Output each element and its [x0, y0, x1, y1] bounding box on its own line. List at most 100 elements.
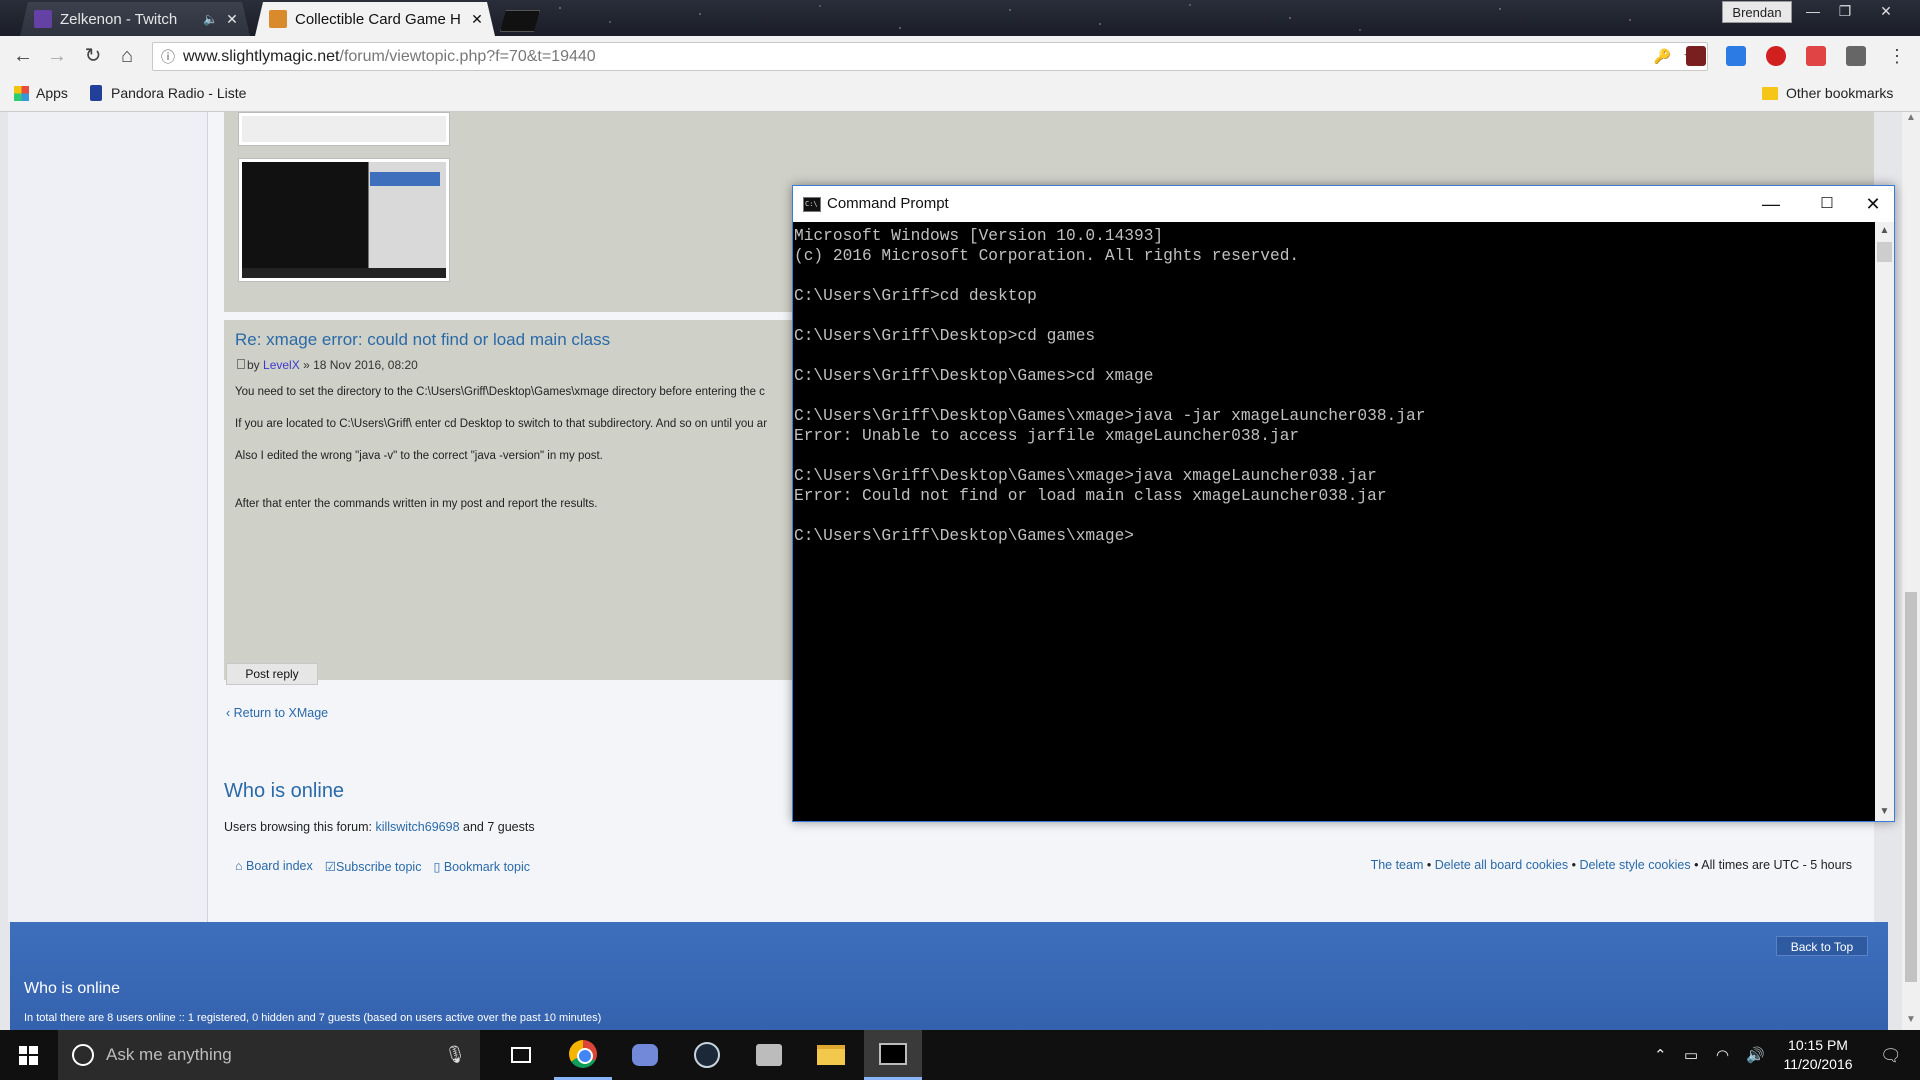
app-taskbar-button[interactable]	[740, 1030, 798, 1080]
speaker-icon[interactable]: 🔈	[203, 12, 218, 26]
footer-right-links: The team • Delete all board cookies • De…	[1370, 858, 1852, 872]
bookmark-pandora[interactable]: Pandora Radio - Liste	[90, 85, 246, 101]
info-icon[interactable]: ⓘ	[153, 47, 183, 67]
back-to-top-button[interactable]: Back to Top	[1776, 936, 1868, 956]
post-text-line: Also I edited the wrong "java -v" to the…	[235, 450, 603, 462]
tab-collectible-card-game[interactable]: Collectible Card Game H ✕	[255, 2, 495, 36]
scroll-down-icon[interactable]: ▼	[1875, 803, 1894, 821]
subscribe-topic-link[interactable]: ☑Subscribe topic	[325, 859, 422, 874]
close-window-icon[interactable]: ✕	[1870, 0, 1902, 22]
user-link[interactable]: killswitch69698	[375, 820, 459, 834]
microphone-icon[interactable]: 🎙	[444, 1045, 466, 1065]
attachment-thumbnail[interactable]	[238, 158, 450, 282]
battery-icon[interactable]: ▭	[1684, 1046, 1698, 1064]
adblock-icon[interactable]	[1766, 46, 1786, 66]
discord-taskbar-button[interactable]	[616, 1030, 674, 1080]
post-author-link[interactable]: LevelX	[263, 358, 300, 372]
close-icon[interactable]: ✕	[1850, 190, 1896, 218]
maximize-icon[interactable]: ☐	[1804, 190, 1850, 218]
page-scrollbar[interactable]: ▲ ▼	[1902, 112, 1920, 1030]
post-date: » 18 Nov 2016, 08:20	[303, 358, 418, 372]
folder-icon	[817, 1045, 845, 1065]
menu-icon[interactable]: ⋮	[1884, 44, 1910, 68]
who-is-online-heading: Who is online	[224, 780, 345, 802]
folder-icon	[1762, 86, 1778, 100]
wifi-icon[interactable]: ◠	[1716, 1046, 1729, 1064]
delete-style-cookies-link[interactable]: Delete style cookies	[1579, 858, 1690, 872]
post-text-line: After that enter the commands written in…	[235, 498, 598, 510]
scroll-up-icon[interactable]: ▲	[1902, 112, 1920, 128]
extension-icon[interactable]	[1806, 46, 1826, 66]
minimize-icon[interactable]: —	[1797, 0, 1829, 22]
cortana-icon	[72, 1044, 94, 1066]
bookmark-other[interactable]: Other bookmarks	[1762, 85, 1893, 101]
minimize-icon[interactable]: —	[1748, 190, 1794, 218]
post-text-line: If you are located to C:\Users\Griff\ en…	[235, 418, 768, 430]
cmd-scrollbar[interactable]: ▲ ▼	[1875, 222, 1894, 821]
pandora-icon	[90, 85, 102, 101]
twitch-icon	[34, 10, 52, 28]
post-reply-button[interactable]: Post reply	[226, 663, 318, 685]
chrome-taskbar-button[interactable]	[554, 1030, 612, 1080]
steam-taskbar-button[interactable]	[678, 1030, 736, 1080]
profile-button[interactable]: Brendan	[1722, 1, 1792, 23]
scroll-down-icon[interactable]: ▼	[1902, 1014, 1920, 1030]
cmd-icon: C:\	[803, 197, 821, 212]
taskbar: Ask me anything 🎙 ⌃ ▭ ◠ 🔊 10:15 PM 11/20…	[0, 1030, 1920, 1080]
console-output[interactable]: Microsoft Windows [Version 10.0.14393] (…	[793, 222, 1876, 821]
discord-icon	[632, 1044, 658, 1066]
extension-icon[interactable]	[1686, 46, 1706, 66]
taskbar-clock[interactable]: 10:15 PM 11/20/2016	[1768, 1036, 1868, 1074]
home-icon[interactable]: ⌂	[114, 44, 140, 68]
delete-cookies-link[interactable]: Delete all board cookies	[1435, 858, 1568, 872]
bookmark-apps[interactable]: Apps	[14, 85, 68, 101]
start-button[interactable]	[0, 1030, 56, 1080]
cmd-titlebar[interactable]: C:\ Command Prompt — ☐ ✕	[793, 186, 1894, 222]
extension-icon[interactable]	[1726, 46, 1746, 66]
address-bar[interactable]: ⓘ www.slightlymagic.net/forum/viewtopic.…	[152, 42, 1708, 71]
board-index-link[interactable]: ⌂ Board index	[235, 859, 313, 874]
command-prompt-window[interactable]: C:\ Command Prompt — ☐ ✕ Microsoft Windo…	[792, 185, 1895, 822]
bookmark-icon: ▯	[433, 860, 441, 874]
forum-footer: Back to Top Who is online In total there…	[10, 922, 1888, 1030]
new-tab-button[interactable]	[500, 10, 540, 32]
timezone-text: All times are UTC - 5 hours	[1701, 858, 1852, 872]
key-icon[interactable]: 🔑	[1654, 48, 1671, 65]
cmd-taskbar-button[interactable]	[864, 1030, 922, 1080]
steam-icon	[694, 1042, 720, 1068]
footer-who-heading: Who is online	[24, 980, 121, 997]
tab-twitch[interactable]: Zelkenon - Twitch 🔈 ✕	[20, 2, 250, 36]
forward-icon[interactable]: →	[44, 44, 70, 68]
restore-icon[interactable]: ❐	[1829, 0, 1861, 22]
tab-title: Zelkenon - Twitch	[60, 10, 178, 28]
return-link[interactable]: ‹ Return to XMage	[226, 706, 328, 720]
extension-icon[interactable]	[1846, 46, 1866, 66]
footer-nav: ⌂ Board index ☑Subscribe topic ▯ Bookmar…	[235, 859, 530, 874]
team-link[interactable]: The team	[1371, 858, 1424, 872]
chevron-up-icon[interactable]: ⌃	[1654, 1046, 1667, 1064]
notification-icon[interactable]: 🗨	[1880, 1046, 1902, 1066]
clock-time: 10:15 PM	[1788, 1037, 1848, 1053]
return-label: Return to XMage	[233, 706, 329, 720]
apps-icon	[14, 85, 29, 101]
bookmark-label: Pandora Radio - Liste	[111, 85, 247, 101]
left-column	[8, 112, 208, 922]
cortana-search[interactable]: Ask me anything 🎙	[58, 1030, 480, 1080]
scroll-up-icon[interactable]: ▲	[1875, 222, 1894, 240]
volume-icon[interactable]: 🔊	[1746, 1046, 1765, 1064]
task-view-button[interactable]	[492, 1030, 550, 1080]
post-title[interactable]: Re: xmage error: could not find or load …	[235, 330, 610, 350]
scrollbar-thumb[interactable]	[1877, 242, 1892, 262]
home-icon: ⌂	[235, 859, 243, 873]
close-icon[interactable]: ✕	[224, 11, 240, 28]
back-icon[interactable]: ←	[10, 44, 36, 68]
wizard-icon	[269, 10, 287, 28]
file-explorer-taskbar-button[interactable]	[802, 1030, 860, 1080]
task-view-icon	[511, 1047, 531, 1063]
close-icon[interactable]: ✕	[469, 11, 485, 28]
attachment-thumbnail[interactable]	[238, 112, 450, 146]
reload-icon[interactable]: ↻	[80, 44, 106, 68]
scrollbar-thumb[interactable]	[1905, 592, 1917, 982]
tab-strip: Zelkenon - Twitch 🔈 ✕ Collectible Card G…	[0, 0, 1920, 36]
bookmark-topic-link[interactable]: ▯ Bookmark topic	[433, 859, 530, 874]
